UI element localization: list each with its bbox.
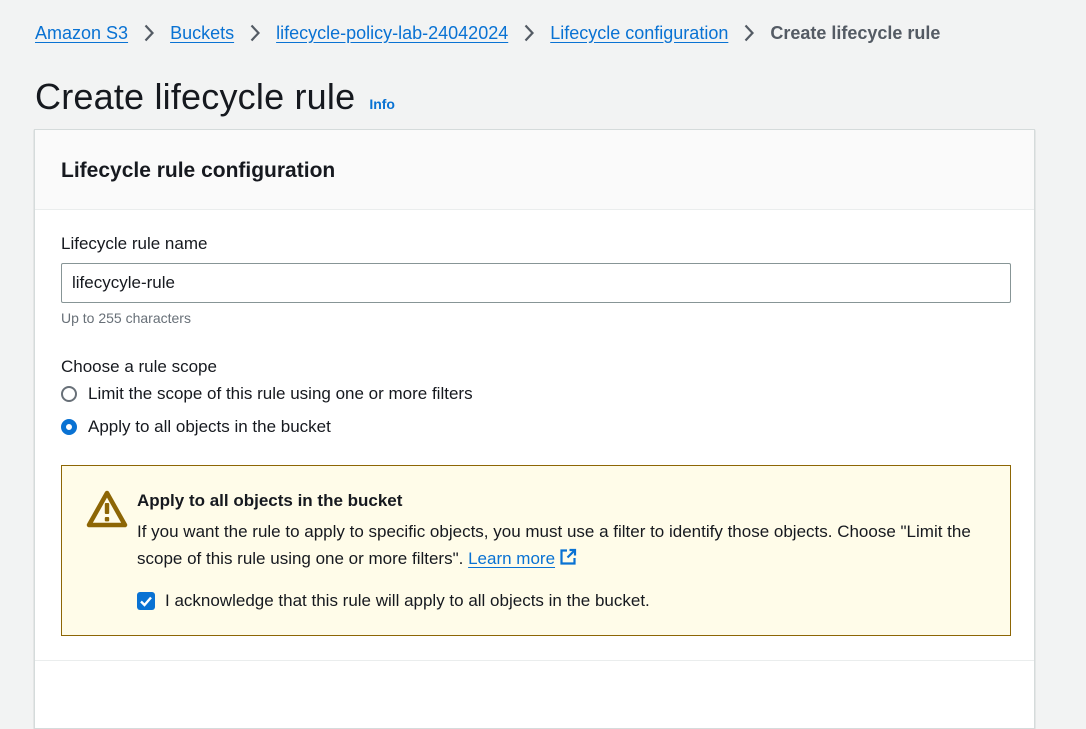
panel-header: Lifecycle rule configuration xyxy=(35,130,1034,210)
scope-option-label: Limit the scope of this rule using one o… xyxy=(88,384,473,403)
breadcrumb-amazon-s3[interactable]: Amazon S3 xyxy=(35,23,128,44)
learn-more-label: Learn more xyxy=(468,549,556,568)
acknowledge-label: I acknowledge that this rule will apply … xyxy=(165,591,650,610)
panel-title: Lifecycle rule configuration xyxy=(61,158,336,182)
page-header: Create lifecycle rule Info xyxy=(35,76,395,118)
breadcrumb-lifecycle-configuration[interactable]: Lifecycle configuration xyxy=(550,23,728,44)
rule-scope-label: Choose a rule scope xyxy=(61,357,217,376)
rule-name-label: Lifecycle rule name xyxy=(61,234,208,253)
breadcrumb-current: Create lifecycle rule xyxy=(770,22,941,43)
warning-alert: Apply to all objects in the bucket If yo… xyxy=(61,465,1011,636)
acknowledge-checkbox-row[interactable]: I acknowledge that this rule will apply … xyxy=(137,591,650,611)
breadcrumb: Amazon S3 Buckets lifecycle-policy-lab-2… xyxy=(35,21,940,45)
breadcrumb-bucket-name[interactable]: lifecycle-policy-lab-24042024 xyxy=(276,23,508,44)
info-link[interactable]: Info xyxy=(369,96,395,112)
acknowledge-checkbox[interactable] xyxy=(137,592,155,610)
learn-more-link[interactable]: Learn more xyxy=(468,548,577,568)
lifecycle-rule-configuration-panel: Lifecycle rule configuration Lifecycle r… xyxy=(34,129,1035,729)
scope-option-all-objects[interactable]: Apply to all objects in the bucket xyxy=(61,417,331,437)
warning-icon xyxy=(86,490,128,528)
alert-title: Apply to all objects in the bucket xyxy=(137,491,403,510)
scope-option-filters[interactable]: Limit the scope of this rule using one o… xyxy=(61,384,473,404)
breadcrumb-buckets[interactable]: Buckets xyxy=(170,23,234,44)
radio-button-unchecked[interactable] xyxy=(61,386,77,402)
chevron-right-icon xyxy=(508,24,550,42)
rule-name-hint: Up to 255 characters xyxy=(61,310,191,326)
chevron-right-icon xyxy=(728,24,770,42)
page-title: Create lifecycle rule xyxy=(35,76,356,117)
scope-option-label: Apply to all objects in the bucket xyxy=(88,417,331,436)
section-divider xyxy=(35,660,1034,661)
radio-button-checked[interactable] xyxy=(61,419,77,435)
alert-body: If you want the rule to apply to specifi… xyxy=(137,518,997,574)
chevron-right-icon xyxy=(128,24,170,42)
external-link-icon xyxy=(559,547,577,574)
chevron-right-icon xyxy=(234,24,276,42)
check-icon xyxy=(140,596,152,607)
rule-name-input[interactable] xyxy=(61,263,1011,303)
